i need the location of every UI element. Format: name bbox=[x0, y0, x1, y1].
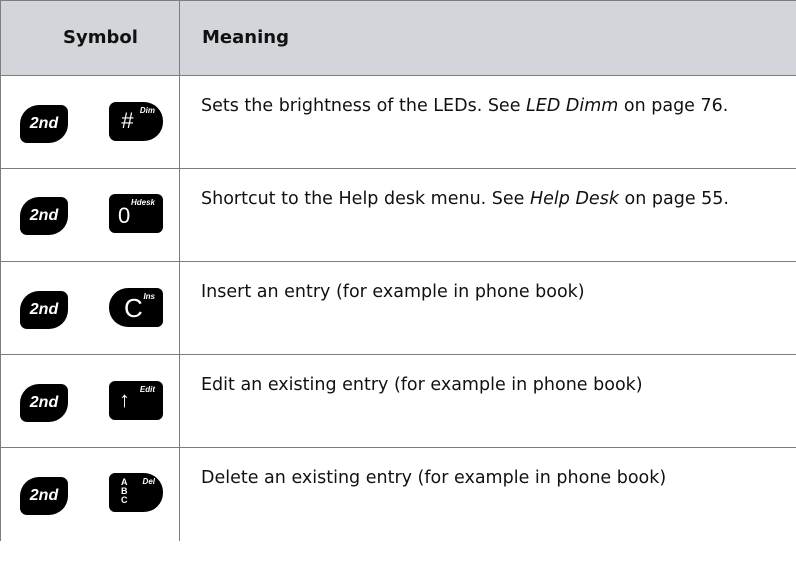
meaning-text: Shortcut to the Help desk menu. See Help… bbox=[201, 189, 729, 209]
table-row: 2nd ↑ Edit Edit an existing entry (for e… bbox=[0, 355, 796, 448]
meaning-text: Insert an entry (for example in phone bo… bbox=[201, 282, 585, 302]
table-row: 2nd A B C Del Delete an existing entry (… bbox=[0, 448, 796, 541]
abc-key-icon: A B C Del bbox=[109, 473, 163, 512]
table-header: Symbol Meaning bbox=[0, 0, 796, 76]
second-key-icon: 2nd bbox=[20, 477, 68, 515]
second-key-icon: 2nd bbox=[20, 291, 68, 329]
second-key-icon: 2nd bbox=[20, 384, 68, 422]
second-key-icon: 2nd bbox=[20, 105, 68, 143]
meaning-column-header: Meaning bbox=[202, 27, 289, 48]
up-arrow-key-icon: ↑ Edit bbox=[109, 381, 163, 420]
table-row: 2nd # Dim Sets the brightness of the LED… bbox=[0, 76, 796, 169]
c-key-icon: C Ins bbox=[109, 288, 163, 327]
shortcut-table: Symbol Meaning 2nd # Dim Sets the bright… bbox=[0, 0, 796, 541]
symbol-cell: 2nd 0 Hdesk bbox=[0, 169, 180, 261]
table-row: 2nd C Ins Insert an entry (for example i… bbox=[0, 262, 796, 355]
symbol-cell: 2nd # Dim bbox=[0, 76, 180, 168]
cross-reference-link: Help Desk bbox=[530, 189, 619, 209]
symbol-column-header: Symbol bbox=[63, 27, 138, 48]
cross-reference-link: LED Dimm bbox=[526, 96, 619, 116]
zero-key-icon: 0 Hdesk bbox=[109, 194, 163, 233]
second-key-icon: 2nd bbox=[20, 197, 68, 235]
meaning-text: Delete an existing entry (for example in… bbox=[201, 468, 667, 488]
symbol-cell: 2nd C Ins bbox=[0, 262, 180, 354]
hash-key-icon: # Dim bbox=[109, 102, 163, 141]
symbol-cell: 2nd ↑ Edit bbox=[0, 355, 180, 447]
table-row: 2nd 0 Hdesk Shortcut to the Help desk me… bbox=[0, 169, 796, 262]
meaning-text: Sets the brightness of the LEDs. See LED… bbox=[201, 96, 729, 116]
meaning-text: Edit an existing entry (for example in p… bbox=[201, 375, 643, 395]
symbol-cell: 2nd A B C Del bbox=[0, 448, 180, 541]
